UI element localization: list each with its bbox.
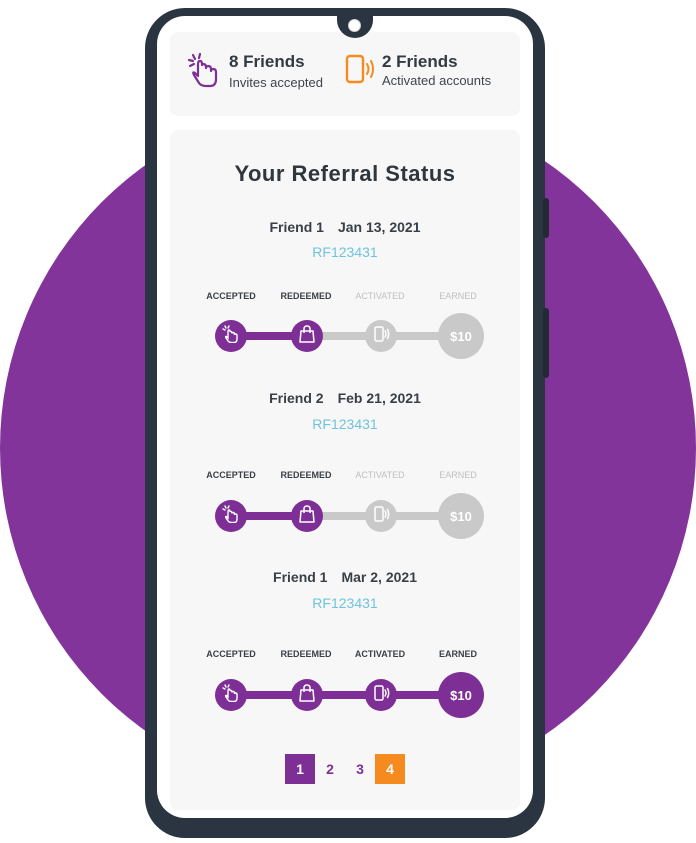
page-button-2[interactable]: 2	[315, 754, 345, 784]
step-label-activated: ACTIVATED	[355, 291, 405, 301]
friend-name: Friend 1	[269, 219, 324, 235]
step-label-earned: EARNED	[439, 291, 477, 301]
earned-step: $10	[438, 672, 484, 718]
redeemed-step	[291, 320, 323, 352]
shopping-bag-icon	[299, 683, 315, 707]
referral-code[interactable]: RF123431	[170, 416, 520, 432]
phone-vibrate-icon	[345, 52, 375, 91]
referral-code[interactable]: RF123431	[170, 244, 520, 260]
pagination: 1 2 3 4	[170, 754, 520, 786]
phone-vibrate-icon	[372, 325, 390, 348]
phone-vibrate-icon	[372, 505, 390, 528]
step-label-redeemed: REDEEMED	[280, 291, 332, 301]
referral-stats: 8 Friends Invites accepted 2 Friends Act…	[170, 32, 520, 116]
activated-step	[365, 320, 397, 352]
step-label-accepted: ACCEPTED	[206, 470, 256, 480]
activated-label: Activated accounts	[382, 73, 492, 88]
step-label-accepted: ACCEPTED	[206, 649, 256, 659]
hand-tap-icon	[222, 683, 240, 707]
friend-name: Friend 2	[269, 390, 324, 406]
referral-header: Friend 1 Mar 2, 2021	[170, 569, 520, 585]
redeemed-step	[291, 500, 323, 532]
step-label-redeemed: REDEEMED	[280, 649, 332, 659]
progress-segment	[244, 691, 444, 699]
friend-name: Friend 1	[273, 569, 328, 585]
invites-count: 8 Friends	[229, 52, 305, 71]
earned-step: $10	[438, 313, 484, 359]
invites-label: Invites accepted	[229, 75, 323, 90]
step-label-activated: ACTIVATED	[355, 470, 405, 480]
page-button-3[interactable]: 3	[345, 754, 375, 784]
phone-side-button	[543, 198, 549, 238]
activated-step	[365, 679, 397, 711]
step-label-redeemed: REDEEMED	[280, 470, 332, 480]
step-label-earned: EARNED	[438, 649, 477, 659]
phone-frame: 8 Friends Invites accepted 2 Friends Act…	[145, 8, 549, 838]
step-label-accepted: ACCEPTED	[206, 291, 256, 301]
phone-screen: 8 Friends Invites accepted 2 Friends Act…	[157, 16, 533, 818]
shopping-bag-icon	[299, 504, 315, 528]
earned-step: $10	[438, 493, 484, 539]
referral-date: Feb 21, 2021	[337, 390, 421, 406]
referral-date: Mar 2, 2021	[341, 569, 417, 585]
activated-count: 2 Friends	[382, 52, 458, 71]
step-label-earned: EARNED	[439, 470, 477, 480]
referral-code[interactable]: RF123431	[170, 595, 520, 611]
hand-tap-icon	[222, 504, 240, 528]
phone-vibrate-icon	[372, 684, 390, 707]
referral-header: Friend 1 Jan 13, 2021	[170, 219, 520, 235]
page-button-1[interactable]: 1	[285, 754, 315, 784]
accepted-step	[215, 679, 247, 711]
step-labels: ACCEPTED REDEEMED ACTIVATED EARNED	[170, 470, 520, 484]
referral-status-card: Your Referral Status Friend 1 Jan 13, 202…	[170, 130, 520, 810]
step-labels: ACCEPTED REDEEMED ACTIVATED EARNED	[170, 291, 520, 305]
redeemed-step	[291, 679, 323, 711]
progress-track: $10	[170, 670, 520, 720]
progress-track: $10	[170, 311, 520, 361]
step-label-activated: ACTIVATED	[354, 649, 406, 659]
accepted-step	[215, 500, 247, 532]
referral-date: Jan 13, 2021	[337, 219, 421, 235]
hand-tap-icon	[187, 52, 219, 93]
camera-icon	[348, 19, 361, 32]
referral-header: Friend 2 Feb 21, 2021	[170, 390, 520, 406]
hand-tap-icon	[222, 324, 240, 348]
page-button-4[interactable]: 4	[375, 754, 405, 784]
activated-step	[365, 500, 397, 532]
phone-side-button	[543, 308, 549, 378]
shopping-bag-icon	[299, 324, 315, 348]
step-labels: ACCEPTED REDEEMED ACTIVATED EARNED	[170, 649, 520, 663]
accepted-step	[215, 320, 247, 352]
page-title: Your Referral Status	[234, 161, 456, 186]
progress-track: $10	[170, 491, 520, 541]
